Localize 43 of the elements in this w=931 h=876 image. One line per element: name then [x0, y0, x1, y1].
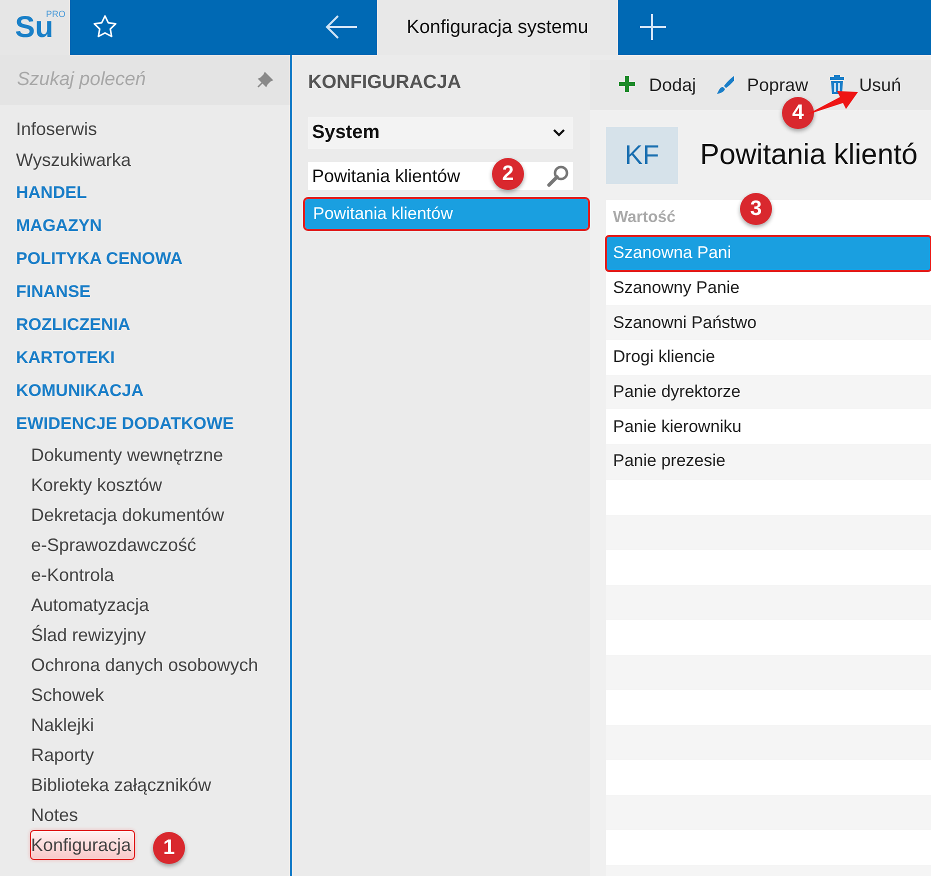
menu-item[interactable]: Dekretacja dokumentów [31, 500, 226, 530]
back-arrow-icon[interactable] [325, 14, 359, 40]
menu-item[interactable]: e-Kontrola [31, 560, 116, 590]
search-field[interactable]: Szukaj poleceń [0, 55, 290, 105]
menu-item[interactable]: Dokumenty wewnętrzne [31, 440, 226, 470]
menu-item[interactable]: POLITYKA CENOWA [16, 242, 185, 275]
initials-badge: KF [606, 126, 678, 184]
pin-icon[interactable] [256, 71, 274, 89]
plus-icon[interactable] [640, 14, 666, 40]
logo-label: PRO [46, 9, 66, 19]
search-icon[interactable] [547, 165, 569, 187]
record-title: Powitania klientó [700, 138, 918, 172]
menu-item[interactable]: Naklejki [31, 710, 96, 740]
panel-title: KONFIGURACJA [308, 70, 462, 94]
menu-item[interactable]: e-Sprawozdawczość [31, 530, 198, 560]
menu-item[interactable]: FINANSE [16, 275, 93, 308]
plus-icon [618, 75, 636, 95]
menu-item[interactable]: HANDEL [16, 176, 89, 209]
menu-item[interactable]: Ślad rewizyjny [31, 620, 148, 650]
menu-item[interactable]: Korekty kosztów [31, 470, 164, 500]
menu-item[interactable]: Biblioteka załączników [31, 770, 214, 800]
menu-item[interactable]: Wyszukiwarka [16, 145, 133, 176]
toolbar-button[interactable]: Popraw [716, 74, 808, 96]
trash-icon [828, 75, 846, 95]
menu-item[interactable]: KARTOTEKI [16, 341, 117, 374]
toolbar-button[interactable]: Dodaj [618, 74, 696, 96]
search-input[interactable]: Szukaj poleceń [17, 69, 256, 91]
menu-item[interactable]: Schowek [31, 680, 106, 710]
menu-item[interactable]: EWIDENCJE DODATKOWE [16, 407, 236, 440]
menu-item[interactable]: Konfiguracja [31, 831, 134, 859]
brush-icon [716, 75, 734, 95]
tab[interactable]: Konfiguracja systemu [377, 0, 618, 55]
menu-item[interactable]: Ochrona danych osobowych [31, 650, 260, 680]
menu-item[interactable]: Automatyzacja [31, 590, 152, 620]
menu-item[interactable]: ROZLICZENIA [16, 308, 132, 341]
menu-item[interactable]: Infoserwis [16, 114, 100, 145]
menu-item[interactable]: Raporty [31, 740, 96, 770]
menu-item[interactable]: KOMUNIKACJA [16, 374, 146, 407]
chevron-down-icon [553, 129, 565, 137]
menu-item[interactable]: MAGAZYN [16, 209, 104, 242]
star-icon[interactable] [92, 14, 118, 39]
menu-item[interactable]: Notes [31, 800, 80, 830]
category-dropdown[interactable]: System [308, 117, 573, 149]
